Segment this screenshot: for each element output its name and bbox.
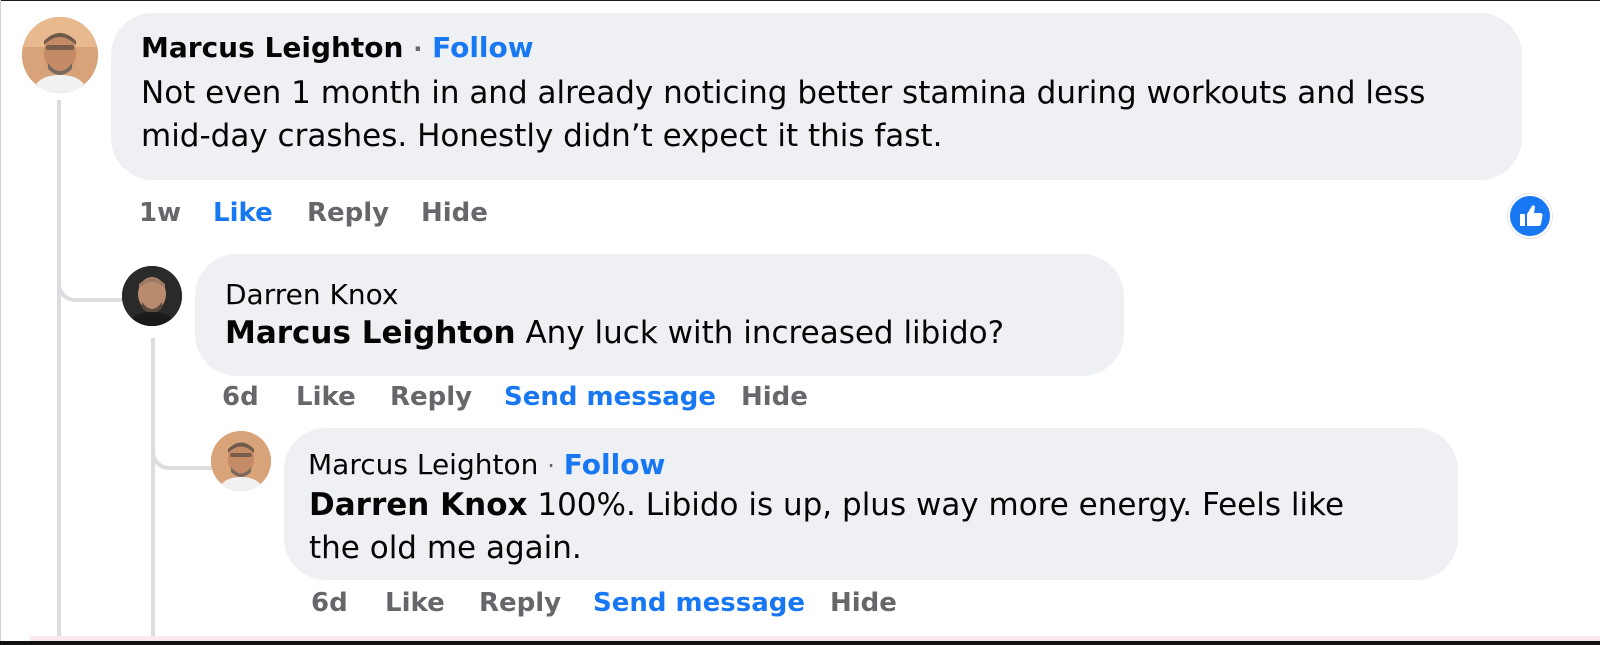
timestamp[interactable]: 6d [222,382,296,412]
hide-button[interactable]: Hide [830,588,897,618]
send-message-button[interactable]: Send message [504,382,741,412]
window-top-border [0,0,1600,1]
separator-dot: · [413,35,423,63]
comment-actions: 6d Like Reply Send message Hide [311,588,897,618]
comment-actions: 1w Like Reply Hide [139,198,488,228]
author-name-link[interactable]: Darren Knox [225,278,398,311]
comment-text: Marcus Leighton Any luck with increased … [225,312,1004,355]
like-button[interactable]: Like [385,588,479,618]
comment-actions: 6d Like Reply Send message Hide [222,382,808,412]
avatar[interactable] [22,17,98,93]
author-name-link[interactable]: Marcus Leighton [308,448,538,481]
comment-text-line: mid-day crashes. Honestly didn’t expect … [141,118,943,154]
avatar-photo-icon [22,17,98,93]
like-button[interactable]: Like [296,382,390,412]
timestamp[interactable]: 6d [311,588,385,618]
comment-text-line: Any luck with increased libido? [525,315,1005,351]
comment-text: Darren Knox 100%. Libido is up, plus way… [309,484,1344,570]
reply-button[interactable]: Reply [479,588,593,618]
hide-button[interactable]: Hide [421,198,488,228]
mention-tag[interactable]: Marcus Leighton [225,315,516,351]
separator-dot: · [547,452,555,480]
window-bottom-border [0,641,1600,645]
mention-tag[interactable]: Darren Knox [309,487,528,523]
comment-text-line: Darren Knox 100%. Libido is up, plus way… [309,484,1344,527]
timestamp[interactable]: 1w [139,198,213,228]
comment-text-line: the old me again. [309,530,582,566]
comment-author: Darren Knox [225,278,398,311]
window-left-border [0,0,1,645]
comment-author: Marcus Leighton · Follow [141,31,534,64]
avatar[interactable] [122,266,182,326]
like-reaction-badge[interactable] [1508,194,1552,238]
avatar-photo-icon [211,431,271,491]
thread-connector-reply-2 [151,440,217,470]
send-message-button[interactable]: Send message [593,588,830,618]
avatar[interactable] [211,431,271,491]
reply-button[interactable]: Reply [390,382,504,412]
comment-text: Not even 1 month in and already noticing… [141,72,1425,158]
comment-author: Marcus Leighton · Follow [308,448,665,481]
hide-button[interactable]: Hide [741,382,808,412]
thread-line-nested [151,338,155,645]
follow-button[interactable]: Follow [432,31,534,64]
thread-connector-reply-1 [57,270,129,302]
follow-button[interactable]: Follow [564,448,666,481]
author-name-link[interactable]: Marcus Leighton [141,31,403,64]
reply-button[interactable]: Reply [307,198,421,228]
avatar-photo-icon [122,266,182,326]
like-button[interactable]: Like [213,198,307,228]
comment-text-segment: 100%. Libido is up, plus way more energy… [537,487,1345,523]
thread-line-main [57,100,61,645]
thumbs-up-icon [1520,205,1543,226]
comment-text-line: Not even 1 month in and already noticing… [141,75,1426,111]
